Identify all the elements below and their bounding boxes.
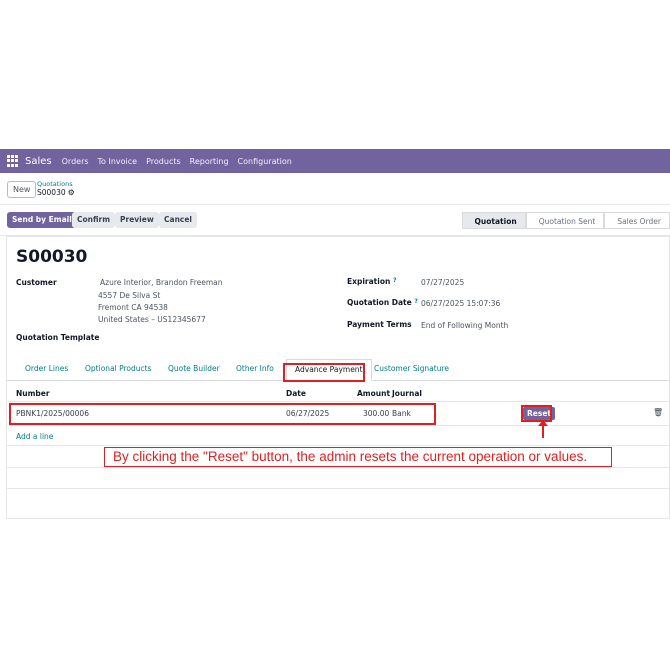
- quotation-date-label: Quotation Date ?: [347, 298, 418, 307]
- tab-order-lines[interactable]: Order Lines: [25, 364, 68, 373]
- expiration-help-icon[interactable]: ?: [393, 277, 396, 284]
- nav-item-configuration[interactable]: Configuration: [238, 157, 292, 166]
- top-navbar: Sales Orders To Invoice Products Reporti…: [0, 149, 670, 173]
- status-sales-order[interactable]: Sales Order: [604, 212, 670, 229]
- arrow-shaft: [542, 424, 544, 438]
- expiration-value[interactable]: 07/27/2025: [421, 278, 464, 287]
- app-name[interactable]: Sales: [25, 156, 52, 167]
- column-number[interactable]: Number: [16, 389, 50, 398]
- form-sheet: S00030 Customer Azure Interior, Brandon …: [6, 236, 670, 519]
- column-amount[interactable]: Amount: [357, 389, 390, 398]
- row-divider: [7, 488, 669, 489]
- trash-icon[interactable]: 🗑: [653, 408, 663, 417]
- payment-terms-label: Payment Terms: [347, 320, 412, 329]
- breadcrumb-quotations[interactable]: Quotations: [37, 180, 73, 188]
- tab-customer-signature[interactable]: Customer Signature: [374, 364, 449, 373]
- payment-terms-value[interactable]: End of Following Month: [421, 321, 508, 330]
- address-line-1: 4557 De Silva St: [98, 291, 161, 300]
- column-journal[interactable]: Journal: [392, 389, 422, 398]
- confirm-button[interactable]: Confirm: [72, 212, 116, 228]
- nav-item-reporting[interactable]: Reporting: [190, 157, 229, 166]
- breadcrumb-current: S00030 ⚙: [37, 188, 75, 197]
- status-bar: Quotation Quotation Sent Sales Order: [461, 212, 670, 229]
- quotation-date-help-icon[interactable]: ?: [414, 298, 417, 305]
- header-divider: [7, 401, 669, 402]
- annotation-callout: By clicking the "Reset" button, the admi…: [104, 447, 612, 467]
- highlight-advance-payment-tab: [283, 363, 365, 382]
- add-line-link[interactable]: Add a line: [16, 432, 53, 441]
- quotation-date-label-text: Quotation Date: [347, 298, 412, 307]
- tab-optional-products[interactable]: Optional Products: [85, 364, 151, 373]
- status-quotation[interactable]: Quotation: [461, 212, 526, 229]
- action-bar: Send by Email Confirm Preview Cancel Quo…: [0, 206, 670, 236]
- send-by-email-button[interactable]: Send by Email: [7, 212, 77, 228]
- column-date[interactable]: Date: [286, 389, 306, 398]
- preview-button[interactable]: Preview: [115, 212, 159, 228]
- row-divider: [7, 425, 669, 426]
- status-quotation-sent[interactable]: Quotation Sent: [525, 212, 605, 229]
- quotation-date-value[interactable]: 06/27/2025 15:07:36: [421, 299, 500, 308]
- row-divider: [7, 445, 669, 446]
- row-divider: [7, 467, 669, 468]
- nav-item-products[interactable]: Products: [146, 157, 181, 166]
- new-button[interactable]: New: [7, 181, 37, 198]
- tab-quote-builder[interactable]: Quote Builder: [168, 364, 220, 373]
- tab-other-info[interactable]: Other Info: [236, 364, 274, 373]
- expiration-label: Expiration ?: [347, 277, 396, 286]
- cancel-button[interactable]: Cancel: [159, 212, 198, 228]
- address-line-2: Fremont CA 94538: [98, 303, 168, 312]
- order-title: S00030: [16, 247, 88, 267]
- highlight-payment-row: [9, 403, 436, 425]
- breadcrumb-current-label: S00030: [37, 188, 66, 197]
- expiration-label-text: Expiration: [347, 277, 391, 286]
- nav-item-to-invoice[interactable]: To Invoice: [98, 157, 138, 166]
- quotation-template-label: Quotation Template: [16, 333, 100, 342]
- apps-grid-icon[interactable]: [7, 155, 19, 167]
- customer-label: Customer: [16, 278, 57, 287]
- customer-name[interactable]: Azure Interior, Brandon Freeman: [100, 278, 223, 287]
- address-line-3: United States – US12345677: [98, 315, 206, 324]
- nav-item-orders[interactable]: Orders: [62, 157, 89, 166]
- control-panel: New Quotations S00030 ⚙: [0, 173, 670, 205]
- gear-icon[interactable]: ⚙: [68, 188, 75, 197]
